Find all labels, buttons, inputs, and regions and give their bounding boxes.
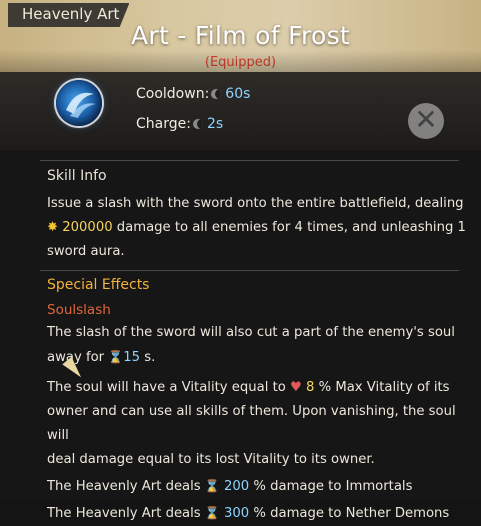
charge-value: 2s [206,116,224,132]
cooldown-row: Cooldown: 60s [136,86,250,102]
damage-value: 200000 [62,220,113,235]
soulslash-line2: away for ⌛15 s. [47,345,467,370]
immortals-post: % damage to Immortals [249,479,413,494]
soulslash-line2-post: s. [140,350,156,365]
soulslash-heading: Soulslash [47,302,111,318]
equipped-status: (Equipped) [204,55,277,70]
sun-icon: ✸ [47,220,59,235]
skill-title: Art - Film of Frost [130,21,350,50]
special-effects-heading: Special Effects [47,277,150,293]
nether-demons-line: The Heavenly Art deals ⌛ 300 % damage to… [47,501,467,526]
moon-icon [211,89,222,99]
skill-info-line3: sword aura. [47,244,125,259]
heart-icon: ♥ [290,380,302,395]
vitality-line1-post: % Max Vitality of its [314,380,450,395]
immortals-value: 200 [224,479,250,494]
hourglass-icon: ⌛ [204,479,220,493]
hourglass-icon: ⌛ [204,506,220,520]
nether-value: 300 [224,506,250,521]
skill-info-heading: Skill Info [47,168,107,184]
skill-info-line2-text: damage to all enemies for 4 times, and u… [112,220,466,235]
soulslash-line2-pre: away for [47,350,109,365]
vitality-line1-pre: The soul will have a Vitality equal to [47,380,291,395]
vitality-line1: The soul will have a Vitality equal to ♥… [47,376,467,400]
close-icon[interactable]: ✕ [408,103,444,139]
tooltip-header: Heavenly Art Art - Film of Frost (Equipp… [0,0,481,72]
divider [40,270,459,271]
soulslash-line1: The slash of the sword will also cut a p… [47,325,455,340]
hourglass-icon: ⌛ [108,350,124,364]
vitality-line2: owner and can use all skills of them. Up… [47,404,456,443]
frost-skill-icon [56,80,102,126]
soulslash-text: The slash of the sword will also cut a p… [47,321,467,526]
nether-pre: The Heavenly Art deals [47,506,205,521]
skill-info-line2: ✸ 200000 damage to all enemies for 4 tim… [47,216,467,240]
duration-value: 15 [123,350,141,365]
immortals-pre: The Heavenly Art deals [47,479,205,494]
cooldown-value: 60s [225,86,251,102]
skill-info-line1: Issue a slash with the sword onto the en… [47,196,464,211]
skill-info-text: Issue a slash with the sword onto the en… [47,192,467,264]
charge-label: Charge: [136,116,191,132]
nether-post: % damage to Nether Demons [249,506,450,521]
cooldown-label: Cooldown: [136,86,210,102]
vitality-line3: deal damage equal to its lost Vitality t… [47,452,375,467]
charge-row: Charge: 2s [136,116,223,132]
moon-icon [192,119,203,129]
immortals-line: The Heavenly Art deals ⌛ 200 % damage to… [47,474,467,499]
divider [40,160,459,161]
